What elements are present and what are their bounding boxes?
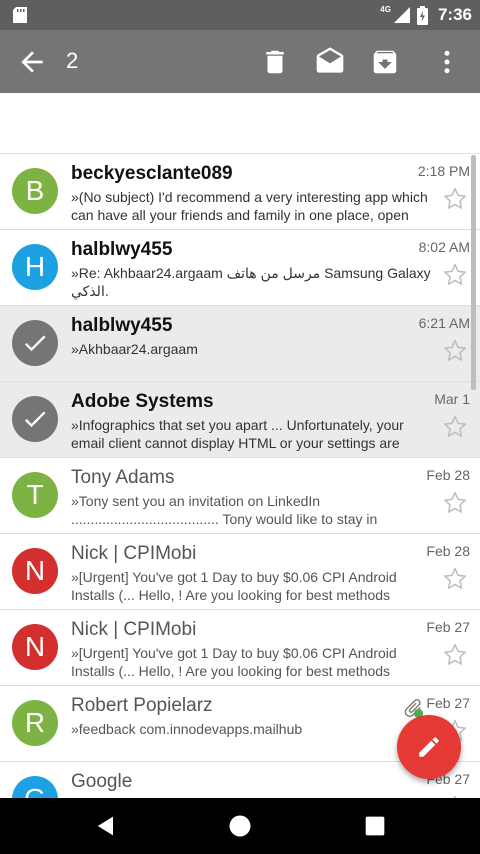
selected-count: 2: [66, 48, 79, 73]
email-sender: halblwy455: [71, 239, 173, 260]
email-date: Feb 27: [426, 695, 470, 711]
network-type-label: 4G: [380, 4, 391, 14]
avatar[interactable]: N: [12, 624, 58, 670]
avatar-letter: T: [26, 479, 44, 510]
avatar-selected[interactable]: [12, 320, 58, 366]
sd-card-icon: [13, 7, 27, 23]
avatar-letter: R: [24, 707, 46, 738]
email-row[interactable]: Hhalblwy455 8:02 AM »Re: Akhbaar24.argaam …: [0, 230, 480, 306]
star-outline-icon[interactable]: [442, 262, 468, 288]
list-header-space: [0, 93, 480, 153]
nav-home-icon[interactable]: [226, 812, 254, 840]
avatar[interactable]: N: [12, 548, 58, 594]
avatar[interactable]: T: [12, 472, 58, 518]
email-date: 6:21 AM: [418, 315, 470, 331]
archive-icon: [373, 50, 397, 74]
archive-button[interactable]: [368, 45, 402, 79]
list-scrollbar[interactable]: [471, 155, 476, 390]
email-sender: halblwy455: [71, 315, 173, 336]
email-date: 8:02 AM: [418, 239, 470, 255]
email-row[interactable]: halblwy455 6:21 AM »Akhbaar24.argaam: [0, 306, 480, 382]
email-sender: Tony Adams: [71, 467, 175, 488]
email-row[interactable]: T Tony Adams Feb 28 »Tony sent you an invit…: [0, 458, 480, 534]
star-outline-icon[interactable]: [442, 490, 468, 516]
avatar[interactable]: B: [12, 168, 58, 214]
avatar[interactable]: G: [12, 776, 58, 798]
avatar-letter: B: [25, 175, 45, 206]
check-icon: [24, 411, 46, 428]
email-sender: Nick | CPIMobi: [71, 619, 197, 640]
email-preview: »Infographics that set you apart ... Unf…: [71, 417, 404, 451]
email-preview: »[Urgent] You've got 1 Day to buy $0.06 …: [71, 569, 397, 603]
email-preview: »Tony sent you an invitation on LinkedIn…: [71, 493, 378, 527]
clock: 7:36: [437, 5, 472, 24]
avatar[interactable]: H: [12, 244, 58, 290]
pencil-icon: [419, 737, 439, 757]
email-date: Mar 1: [434, 391, 470, 407]
email-date: 2:18 PM: [417, 163, 470, 179]
open-envelope-icon: [316, 47, 344, 73]
nav-recents-icon[interactable]: [361, 812, 389, 840]
avatar-letter: N: [24, 555, 46, 586]
email-row[interactable]: N Nick | CPIMobi Feb 27 »[Urgent] You've go…: [0, 610, 480, 686]
star-outline-icon[interactable]: [442, 186, 468, 212]
delete-button[interactable]: [258, 45, 292, 79]
avatar-letter: H: [24, 251, 46, 282]
email-sender: Robert Popielarz: [71, 695, 213, 716]
email-date: Feb 27: [426, 619, 470, 635]
nav-back-icon[interactable]: [92, 812, 120, 840]
email-sender: Google: [71, 771, 133, 792]
status-bar: 4G 7:36: [0, 0, 480, 30]
email-sender: Adobe Systems: [71, 391, 214, 412]
system-nav-bar: [0, 798, 480, 854]
avatar-letter: N: [24, 631, 46, 662]
star-outline-icon[interactable]: [442, 566, 468, 592]
avatar-letter: G: [24, 783, 46, 798]
arrow-back-icon: [21, 51, 43, 73]
email-row[interactable]: N Nick | CPIMobi Feb 28 »[Urgent] You've go…: [0, 534, 480, 610]
avatar[interactable]: R: [12, 700, 58, 746]
email-date: Feb 28: [426, 467, 470, 483]
email-row[interactable]: Adobe Systems Mar 1 »Infographics that set…: [0, 382, 480, 458]
star-outline-icon[interactable]: [442, 642, 468, 668]
signal-icon: [393, 7, 410, 23]
trash-icon: [266, 50, 284, 74]
selection-toolbar: 2: [0, 30, 480, 93]
email-preview: »feedback com.innodevapps.mailhub: [71, 721, 303, 737]
battery-charging-icon: [416, 5, 428, 25]
email-date: Feb 28: [426, 543, 470, 559]
compose-button[interactable]: [397, 715, 461, 779]
more-options-button[interactable]: [430, 45, 464, 79]
email-preview: »(No subject) I'd recommend a very inter…: [71, 189, 428, 223]
email-preview: »[Urgent] You've got 1 Day to buy $0.06 …: [71, 645, 397, 679]
avatar-selected[interactable]: [12, 396, 58, 442]
more-vert-icon: [444, 50, 450, 74]
back-button[interactable]: [16, 46, 48, 78]
email-sender: beckyesclante089: [71, 163, 233, 184]
check-icon: [24, 335, 46, 352]
star-outline-icon[interactable]: [442, 338, 468, 364]
email-preview: »Re: Akhbaar24.argaam مرسل من هاتف Samsu…: [71, 265, 431, 299]
mark-read-button[interactable]: [313, 45, 347, 79]
email-row[interactable]: Bbeckyesclante089 2:18 PM »(No subject) I'…: [0, 154, 480, 230]
email-sender: Nick | CPIMobi: [71, 543, 197, 564]
email-preview: »Akhbaar24.argaam: [71, 341, 198, 357]
star-outline-icon[interactable]: [442, 414, 468, 440]
